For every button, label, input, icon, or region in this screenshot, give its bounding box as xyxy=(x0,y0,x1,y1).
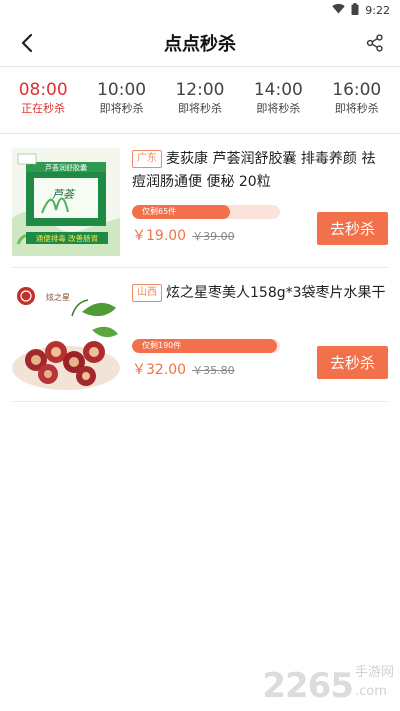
buy-now-button[interactable]: 去秒杀 xyxy=(317,346,388,379)
stock-progress-bar: 仅剩65件 xyxy=(132,205,280,219)
time-slot-1400[interactable]: 14:00 即将秒杀 xyxy=(242,80,314,116)
sale-price: ￥32.00 xyxy=(132,362,187,378)
slot-status: 即将秒杀 xyxy=(334,102,379,115)
watermark-number: 2265 xyxy=(262,666,354,706)
slot-time: 08:00 xyxy=(18,80,68,100)
site-watermark: 2265 手游网 .com xyxy=(262,665,394,703)
price-row: ￥19.00 ￥39.00 xyxy=(132,225,235,245)
product-list: 芦荟润舒胶囊 芦荟 通便排毒 改善肠胃 广东 麦荻康 芦荟润舒胶囊 排毒养颜 祛痘… xyxy=(0,134,400,402)
slot-status: 即将秒杀 xyxy=(99,102,144,115)
battery-icon xyxy=(351,2,359,18)
time-slot-1000[interactable]: 10:00 即将秒杀 xyxy=(86,80,158,116)
original-price: ￥39.00 xyxy=(192,230,235,243)
watermark-site-name: 手游网 xyxy=(354,665,394,680)
share-button[interactable] xyxy=(362,30,388,56)
buy-now-button[interactable]: 去秒杀 xyxy=(317,212,388,245)
product-name: 炫之星枣美人158g*3袋枣片水果干 xyxy=(166,285,386,301)
image-logo-text: 炫之星 xyxy=(46,292,70,302)
time-slot-0800[interactable]: 08:00 正在秒杀 xyxy=(7,80,79,116)
time-slot-1600[interactable]: 16:00 即将秒杀 xyxy=(321,80,393,116)
product-name: 麦荻康 芦荟润舒胶囊 排毒养颜 祛痘润肠通便 便秘 20粒 xyxy=(132,151,376,190)
original-price: ￥35.80 xyxy=(192,364,235,377)
region-tag: 山西 xyxy=(132,284,162,302)
header: 点点秒杀 xyxy=(0,20,400,66)
sale-price: ￥19.00 xyxy=(132,228,187,244)
slot-status: 即将秒杀 xyxy=(177,102,222,115)
slot-time: 12:00 xyxy=(175,80,225,100)
product-info: 山西 炫之星枣美人158g*3袋枣片水果干 仅剩190件 ￥32.00 ￥35.8… xyxy=(120,282,388,391)
slot-status: 正在秒杀 xyxy=(21,102,66,115)
time-slot-1200[interactable]: 12:00 即将秒杀 xyxy=(164,80,236,116)
product-title[interactable]: 山西 炫之星枣美人158g*3袋枣片水果干 xyxy=(132,282,388,305)
stock-remaining-label: 仅剩190件 xyxy=(142,341,182,350)
page-title: 点点秒杀 xyxy=(164,34,236,55)
slot-status: 即将秒杀 xyxy=(256,102,301,115)
status-time: 9:22 xyxy=(365,3,390,17)
product-title[interactable]: 广东 麦荻康 芦荟润舒胶囊 排毒养颜 祛痘润肠通便 便秘 20粒 xyxy=(132,148,388,194)
product-image[interactable]: 炫之星 xyxy=(12,282,120,390)
back-button[interactable] xyxy=(14,30,40,56)
slot-time: 14:00 xyxy=(253,80,303,100)
status-bar: 9:22 xyxy=(0,0,400,20)
product-item[interactable]: 炫之星 山西 炫之星枣美人158g*3袋枣片水果干 仅剩190件 ￥32.00 ￥… xyxy=(12,268,388,402)
product-image[interactable]: 芦荟润舒胶囊 芦荟 通便排毒 改善肠胃 xyxy=(12,148,120,256)
stock-progress-bar: 仅剩190件 xyxy=(132,339,280,353)
chevron-left-icon xyxy=(21,33,33,53)
region-tag: 广东 xyxy=(132,150,162,168)
slot-time: 10:00 xyxy=(97,80,147,100)
image-box-text: 芦荟润舒胶囊 xyxy=(45,163,87,172)
image-banner-text: 通便排毒 改善肠胃 xyxy=(36,233,98,243)
stock-remaining-label: 仅剩65件 xyxy=(142,207,177,216)
time-slot-tabs: 08:00 正在秒杀 10:00 即将秒杀 12:00 即将秒杀 14:00 即… xyxy=(0,67,400,129)
slot-time: 16:00 xyxy=(332,80,382,100)
product-info: 广东 麦荻康 芦荟润舒胶囊 排毒养颜 祛痘润肠通便 便秘 20粒 仅剩65件 ￥1… xyxy=(120,148,388,257)
product-item[interactable]: 芦荟润舒胶囊 芦荟 通便排毒 改善肠胃 广东 麦荻康 芦荟润舒胶囊 排毒养颜 祛痘… xyxy=(12,134,388,268)
share-icon xyxy=(366,34,383,52)
watermark-domain: .com xyxy=(354,684,387,699)
wifi-icon xyxy=(332,3,345,17)
price-row: ￥32.00 ￥35.80 xyxy=(132,359,235,379)
